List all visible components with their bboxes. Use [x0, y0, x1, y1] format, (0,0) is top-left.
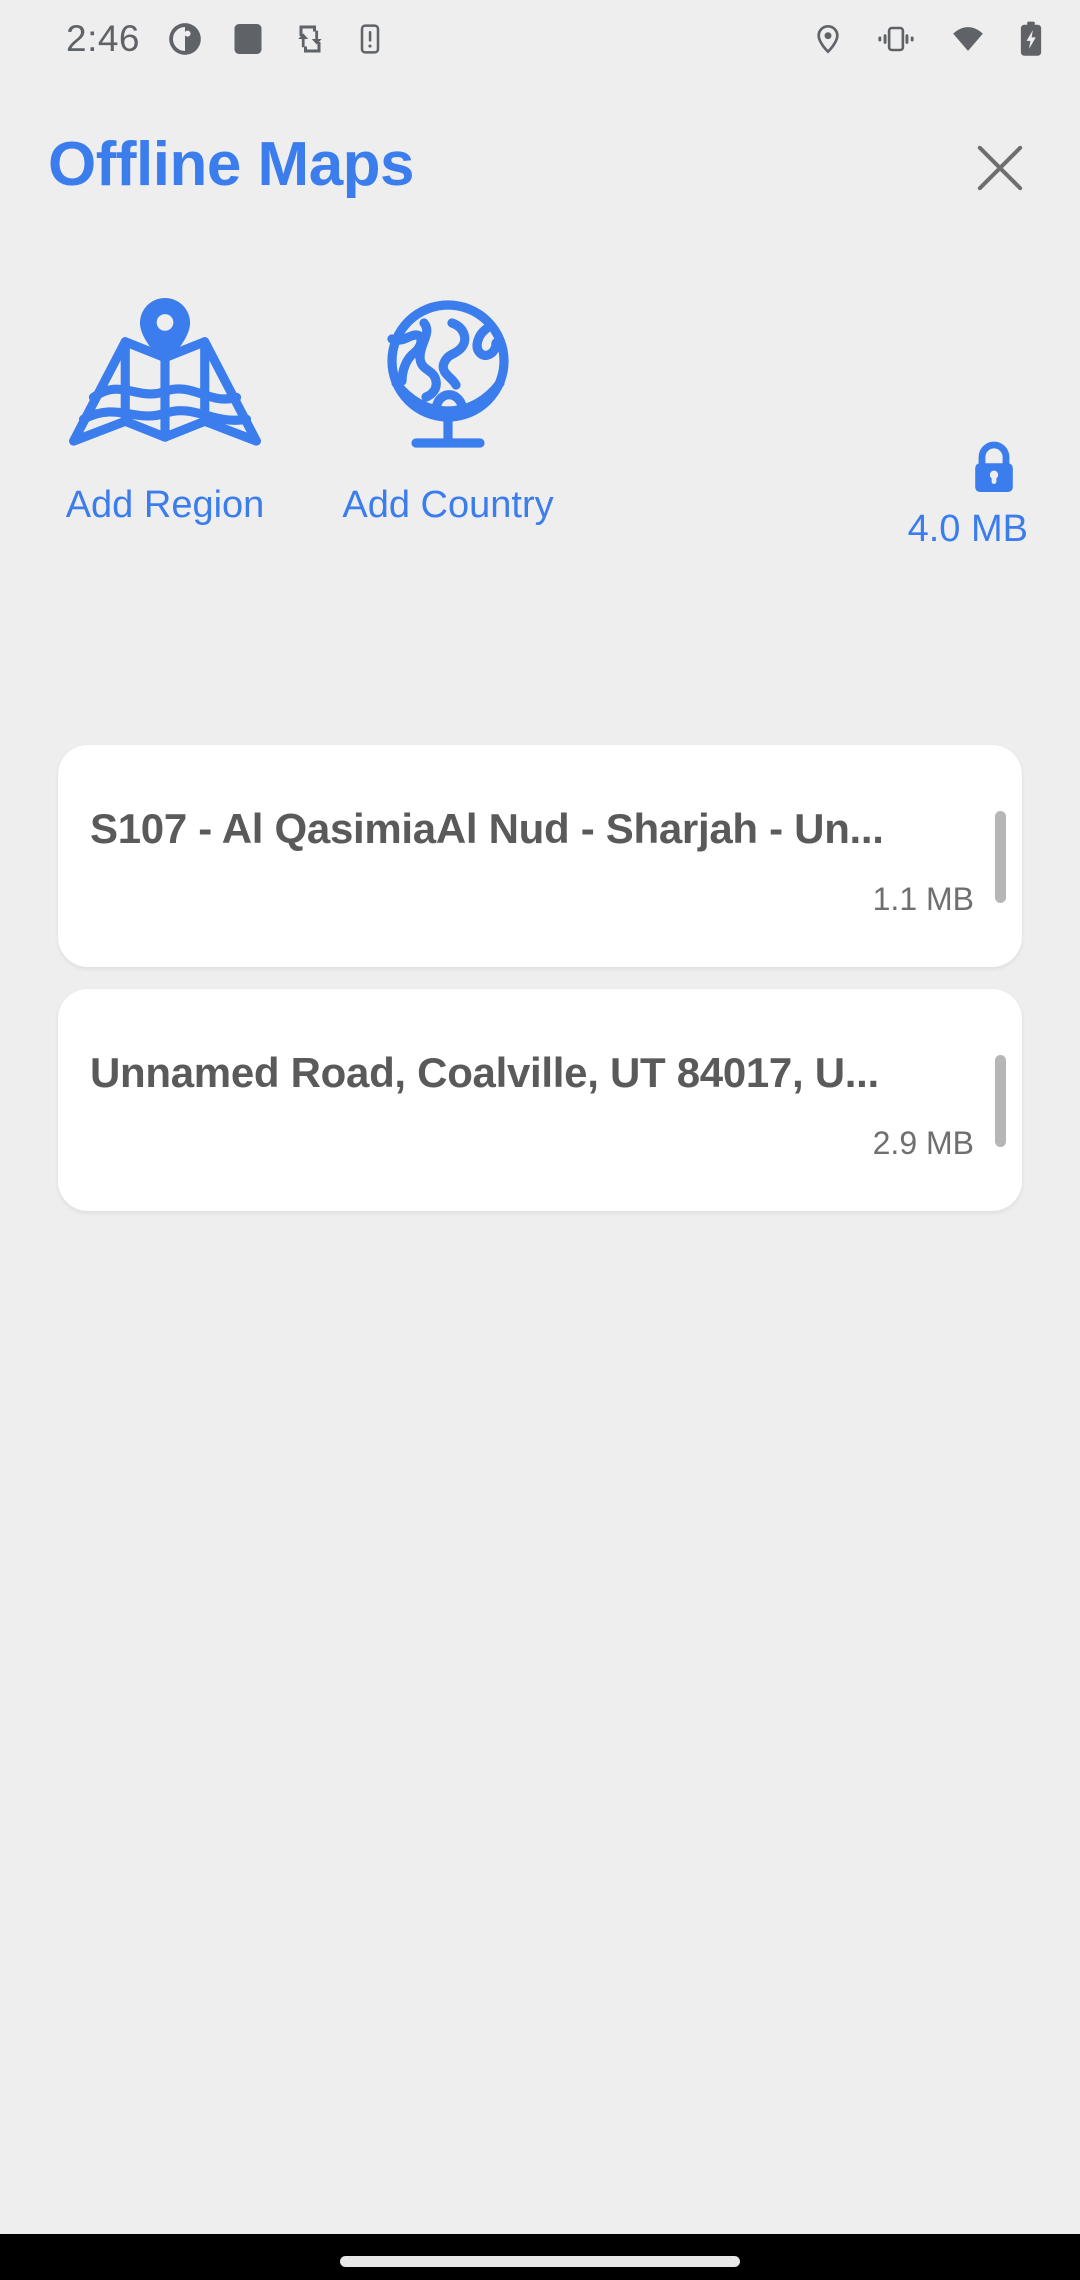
globe-stand-icon: [364, 290, 532, 460]
status-bar-clock: 2:46: [66, 18, 141, 59]
folded-map-pin-icon: [65, 290, 265, 460]
status-bar: 2:46: [0, 0, 1080, 78]
add-country-button[interactable]: Add Country: [328, 290, 568, 527]
page-title: Offline Maps: [48, 130, 415, 199]
offline-maps-list: S107 - Al QasimiaAl Nud - Sharjah - Un..…: [0, 745, 1080, 1233]
do-not-disturb-icon: [169, 23, 201, 55]
table-row[interactable]: Unnamed Road, Coalville, UT 84017, U... …: [58, 989, 1022, 1211]
wifi-icon: [953, 27, 983, 51]
add-region-label: Add Region: [65, 484, 265, 526]
location-pin-icon: [817, 24, 839, 54]
system-navigation-bar: [0, 2234, 1080, 2280]
header: Offline Maps: [0, 110, 1080, 220]
add-region-button[interactable]: Add Region: [45, 290, 285, 527]
phone-alert-icon: [360, 24, 380, 54]
data-transfer-icon: [298, 25, 322, 53]
map-size: 2.9 MB: [872, 1125, 974, 1161]
storage-indicator: 4.0 MB: [908, 440, 1028, 551]
storage-size-label: 4.0 MB: [907, 508, 1028, 550]
status-bar-right: [812, 20, 1044, 58]
action-row: Add Region Add Country 4.0 MB: [0, 290, 1080, 590]
table-row[interactable]: S107 - Al QasimiaAl Nud - Sharjah - Un..…: [58, 745, 1022, 967]
home-gesture-pill[interactable]: [340, 2256, 740, 2267]
scroll-handle[interactable]: [995, 1055, 1006, 1147]
offline-maps-screen: 2:46 Offline Maps Add Region Add Country…: [0, 0, 1080, 2280]
close-button[interactable]: [958, 126, 1042, 210]
add-country-label: Add Country: [342, 484, 554, 526]
status-bar-left: 2:46: [66, 18, 386, 60]
close-icon: [977, 145, 1023, 191]
scroll-handle[interactable]: [995, 811, 1006, 903]
map-title: Unnamed Road, Coalville, UT 84017, U...: [90, 1049, 879, 1096]
map-title: S107 - Al QasimiaAl Nud - Sharjah - Un..…: [90, 805, 884, 852]
map-size: 1.1 MB: [872, 881, 974, 917]
filled-square-icon: [234, 24, 262, 54]
battery-charging-icon: [1020, 21, 1042, 56]
lock-icon: [975, 441, 1013, 492]
vibrate-icon: [878, 26, 914, 52]
